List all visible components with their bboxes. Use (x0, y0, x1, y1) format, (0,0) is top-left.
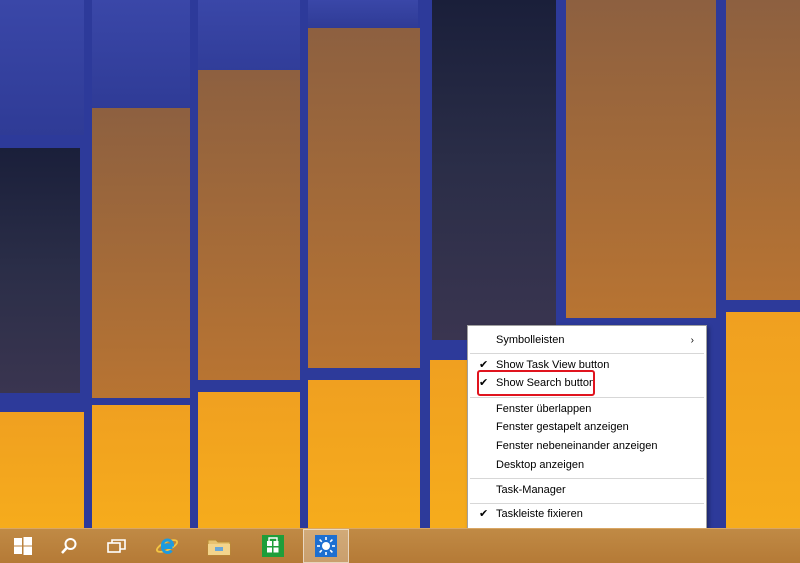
taskbar-context-menu: Symbolleisten › ✔ Show Task View button … (467, 325, 707, 546)
menu-separator (470, 397, 704, 398)
task-view-icon (107, 539, 126, 553)
file-explorer-icon (207, 539, 231, 556)
menu-item-fenster-ueberlappen[interactable]: Fenster überlappen (468, 400, 706, 419)
menu-item-desktop-anzeigen[interactable]: Desktop anzeigen (468, 456, 706, 475)
menu-item-label: Desktop anzeigen (496, 459, 585, 471)
menu-separator (470, 353, 704, 354)
menu-item-taskleiste-fixieren[interactable]: ✔ Taskleiste fixieren (468, 505, 706, 524)
menu-item-fenster-nebeneinander[interactable]: Fenster nebeneinander anzeigen (468, 437, 706, 456)
brightness-app-button[interactable] (303, 529, 349, 563)
search-icon (61, 538, 77, 554)
annotation-highlight-box (477, 370, 595, 396)
store-icon (262, 535, 284, 557)
menu-item-label: Symbolleisten (496, 334, 565, 346)
store-button[interactable] (250, 529, 296, 563)
menu-item-label: Fenster gestapelt anzeigen (496, 421, 629, 433)
start-button[interactable] (0, 529, 46, 563)
menu-item-fenster-gestapelt[interactable]: Fenster gestapelt anzeigen (468, 418, 706, 437)
windows-start-icon (14, 537, 32, 555)
taskbar (0, 528, 800, 563)
brightness-app-icon (315, 535, 337, 557)
menu-separator (470, 478, 704, 479)
menu-separator (470, 503, 704, 504)
menu-item-label: Fenster nebeneinander anzeigen (496, 440, 658, 452)
task-view-button[interactable] (94, 529, 140, 563)
file-explorer-button[interactable] (196, 529, 242, 563)
menu-item-task-manager[interactable]: Task-Manager (468, 481, 706, 500)
search-button[interactable] (46, 529, 92, 563)
menu-item-label: Task-Manager (496, 484, 566, 496)
internet-explorer-icon (155, 538, 179, 554)
internet-explorer-button[interactable] (144, 529, 190, 563)
menu-item-label: Taskleiste fixieren (496, 508, 583, 520)
menu-item-label: Fenster überlappen (496, 403, 592, 415)
checkmark-icon: ✔ (479, 508, 489, 520)
menu-item-symbolleisten[interactable]: Symbolleisten › (468, 331, 706, 350)
submenu-arrow-icon: › (690, 335, 694, 346)
